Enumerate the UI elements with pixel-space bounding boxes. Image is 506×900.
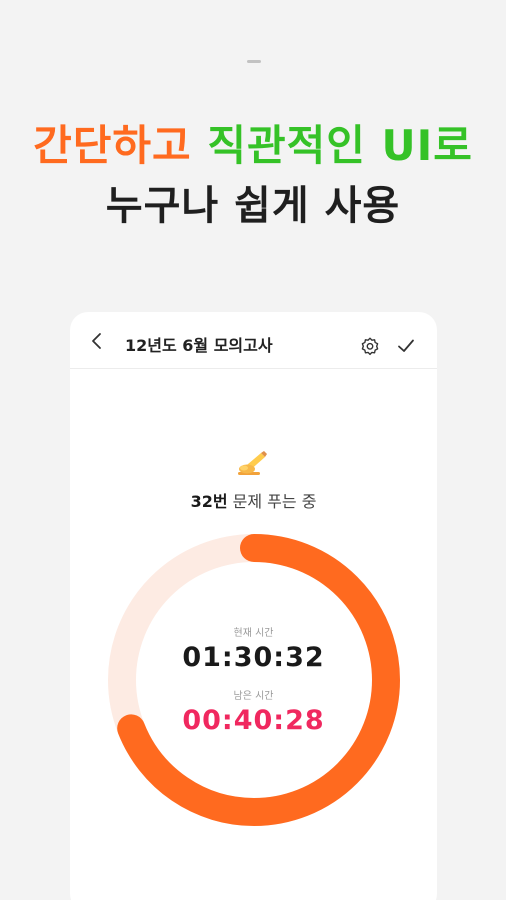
back-button[interactable] xyxy=(84,328,110,354)
current-time-label: 현재 시간 xyxy=(233,628,274,639)
top-dash xyxy=(247,60,261,63)
page-title: 12년도 6월 모의고사 xyxy=(125,336,273,355)
checkmark-icon xyxy=(398,339,414,352)
confirm-button[interactable] xyxy=(394,334,418,358)
remaining-time-label: 남은 시간 xyxy=(233,691,274,702)
question-number: 32번 xyxy=(190,492,228,511)
chevron-left-icon xyxy=(92,333,101,349)
headline-line-1: 간단하고 직관적인 UI로 xyxy=(0,120,506,172)
current-time-value: 01:30:32 xyxy=(182,642,325,673)
app-bar: 12년도 6월 모의고사 xyxy=(70,312,437,369)
headline-line-2: 누구나 쉽게 사용 xyxy=(105,183,401,229)
progress-ring xyxy=(108,534,400,826)
question-status: 문제 푸는 중 xyxy=(232,492,317,511)
solving-status: 32번 문제 푸는 중 xyxy=(70,488,437,512)
gear-icon xyxy=(361,337,379,356)
settings-button[interactable] xyxy=(358,334,382,358)
writing-hand-icon xyxy=(238,451,267,475)
headline-part-orange: 간단하고 xyxy=(33,121,192,170)
remaining-time-value: 00:40:28 xyxy=(182,705,325,736)
phone-screen: 12년도 6월 모의고사 32번 문제 푸는 중 현재 시간 01:30:32 … xyxy=(70,312,437,900)
headline-part-green: 직관적인 UI로 xyxy=(207,121,473,170)
